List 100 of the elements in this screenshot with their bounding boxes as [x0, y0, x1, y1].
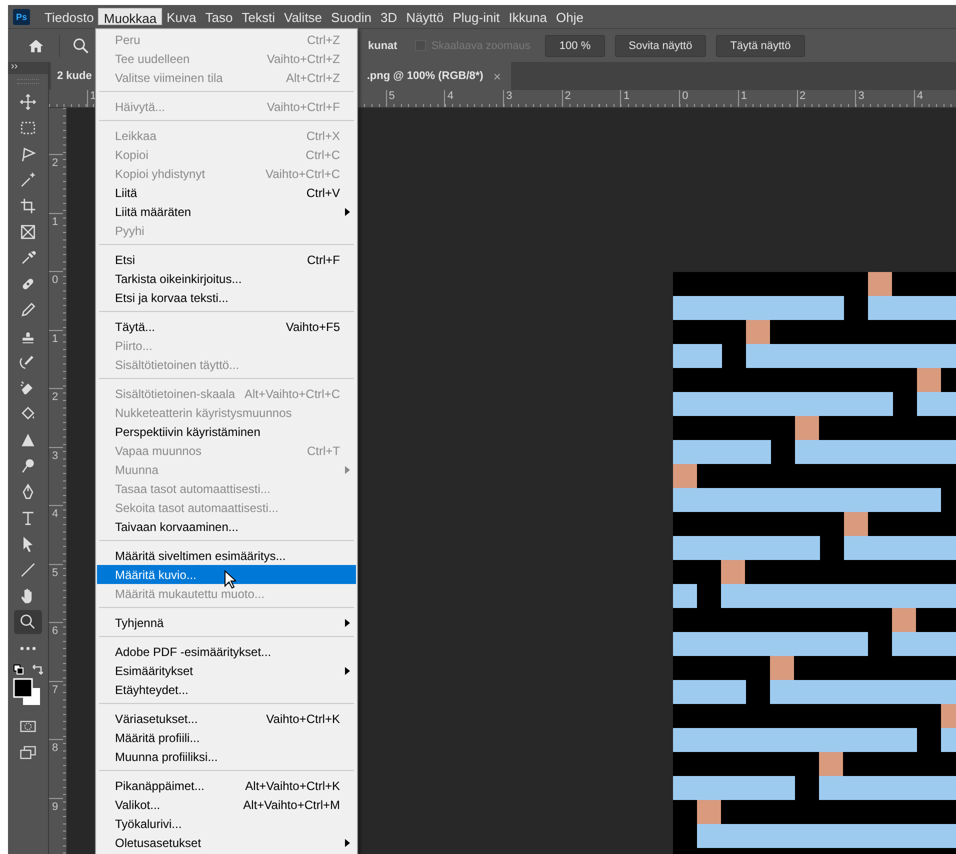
menu-item[interactable]: Väriasetukset... Vaihto+Ctrl+K — [97, 709, 356, 728]
tool-button[interactable] — [14, 610, 42, 634]
menu-bar-item[interactable]: Teksti — [237, 8, 280, 25]
search-icon[interactable] — [72, 36, 90, 54]
menu-item-label: Liitä — [115, 186, 138, 200]
shortcut-label: Alt+Vaihto+Ctrl+C — [244, 386, 340, 400]
menu-item-label: Pikanäppäimet... — [115, 778, 204, 792]
pencil-icon — [19, 301, 37, 319]
shortcut-label: Alt+Vaihto+Ctrl+K — [245, 778, 340, 792]
shortcut-label: Vaihto+Ctrl+K — [266, 712, 340, 726]
menu-item[interactable]: Määritä kuvio... — [97, 565, 356, 584]
ruler-label: 1 — [738, 90, 796, 107]
menu-item-label: Täytä... — [115, 320, 156, 334]
menu-item-label: Määritä kuvio... — [115, 568, 196, 582]
menu-item[interactable]: Muunna profiiliksi... — [97, 747, 356, 766]
menu-item-label: Perspektiivin käyristäminen — [115, 424, 260, 438]
menu-item[interactable]: Määritä siveltimen esimääritys... — [97, 546, 356, 565]
ruler-label: 3 — [855, 90, 914, 107]
shortcut-label: Ctrl+Z — [307, 32, 340, 46]
option-label: kunat — [368, 40, 398, 52]
tab-title: 2 kude — [57, 70, 92, 82]
menu-bar-item[interactable]: Muokkaa — [98, 8, 162, 25]
menu-item-label: Sisältötietoinen-skaala — [115, 386, 236, 400]
menu-item-label: Määritä mukautettu muoto... — [115, 586, 264, 600]
ruler-label: 6 — [49, 622, 63, 680]
menu-item-label: Adobe PDF -esimääritykset... — [115, 644, 272, 658]
frame-icon — [19, 223, 37, 241]
ruler-label: 5 — [49, 564, 63, 622]
ruler-label: 1 — [49, 212, 63, 271]
color-swatches-icon[interactable] — [13, 678, 43, 708]
swap-colors-icon[interactable] — [31, 664, 43, 676]
menu-bar-item[interactable]: 3D — [376, 8, 402, 25]
shortcut-label: Vaihto+Ctrl+F — [266, 100, 340, 114]
menu-bar-item[interactable]: Tiedosto — [40, 8, 98, 25]
option-button[interactable]: Sovita näyttö — [614, 34, 706, 56]
menu-bar-item[interactable]: Valitse — [279, 8, 327, 25]
menu-bar-item[interactable]: Ohje — [552, 8, 588, 25]
menu-item[interactable]: Liitä määräten — [97, 202, 356, 221]
menu-item[interactable]: Työkalurivi... — [97, 814, 356, 833]
shortcut-label: Ctrl+T — [307, 444, 340, 458]
menu-item[interactable]: Määritä profiili... — [97, 728, 356, 747]
menu-item-label: Muunna profiiliksi... — [115, 750, 218, 764]
menu-item-label: Pyyhi — [115, 224, 144, 238]
app-logo: Ps — [13, 8, 30, 24]
menu-item[interactable]: Etsi ja korvaa teksti... — [97, 288, 356, 307]
menu-item[interactable]: Etäyhteydet... — [97, 680, 356, 699]
menu-item[interactable]: Valikot... Alt+Vaihto+Ctrl+M — [97, 795, 356, 814]
ruler-label: 9 — [49, 798, 63, 854]
shortcut-label: Ctrl+C — [306, 148, 340, 162]
menu-item[interactable]: Tarkista oikeinkirjoitus... — [97, 269, 356, 288]
ruler-label: 4 — [444, 90, 504, 107]
ruler-label: 3 — [503, 90, 562, 107]
menu-bar-item[interactable]: Plug-init — [448, 8, 504, 25]
menu-item[interactable]: Täytä... Vaihto+F5 — [97, 317, 356, 336]
menu-item[interactable]: Pikanäppäimet... Alt+Vaihto+Ctrl+K — [97, 776, 356, 795]
dodge-icon — [19, 457, 37, 475]
ruler-label: 4 — [914, 90, 956, 107]
menu-item[interactable]: Taivaan korvaaminen... — [97, 517, 356, 536]
menu-item-label: Sekoita tasot automaattisesti... — [115, 500, 278, 514]
shortcut-label: Alt+Ctrl+Z — [286, 70, 340, 84]
triangle-icon — [19, 431, 37, 449]
shortcut-label: Ctrl+F — [307, 252, 340, 266]
shortcut-label: Ctrl+X — [306, 128, 340, 142]
menu-item-label: Etsi ja korvaa teksti... — [115, 290, 228, 304]
ruler-label: 4 — [49, 505, 63, 564]
menu-bar-item[interactable]: Ikkuna — [504, 8, 552, 25]
option-button[interactable]: 100 % — [545, 34, 605, 56]
collapse-button[interactable]: ›› — [8, 62, 48, 74]
menu-item[interactable]: Adobe PDF -esimääritykset... — [97, 642, 356, 661]
ruler-label: 2 — [49, 154, 63, 212]
ruler-label: 2 — [796, 90, 856, 107]
menu-item-label: Etsi — [115, 252, 136, 266]
menu-item[interactable]: Perspektiivin käyristäminen — [97, 422, 356, 441]
menu-item[interactable]: Esimääritykset — [97, 661, 356, 680]
ruler-label: 1 — [620, 90, 680, 107]
menu-bar-item[interactable]: Näyttö — [402, 8, 448, 25]
menu-bar-item[interactable]: Suodin — [326, 8, 376, 25]
menu-item-label: Liitä määräten — [115, 204, 192, 218]
menu-bar-item[interactable]: Taso — [200, 8, 238, 25]
ruler-label: 0 — [679, 90, 738, 107]
tab-title: .png @ 100% (RGB/8*) — [366, 70, 484, 82]
close-button[interactable]: × — [493, 68, 501, 84]
menu-item-label: Väriasetukset... — [115, 712, 198, 726]
menu-item-label: Valikot... — [115, 798, 160, 812]
shortcut-label: Vaihto+Ctrl+C — [266, 166, 340, 180]
cursor-icon — [224, 570, 236, 589]
default-colors-icon[interactable] — [13, 664, 25, 676]
menu-item-label: Vapaa muunnos — [115, 444, 202, 458]
screen-mode-icon[interactable] — [19, 744, 37, 762]
menu-item[interactable]: Etsi Ctrl+F — [97, 250, 356, 269]
menu-item-label: Tyhjennä — [115, 616, 164, 630]
ruler-label: 2 — [49, 388, 63, 446]
menu-item[interactable]: Tyhjennä — [97, 613, 356, 632]
menu-item-label: Peru — [115, 32, 140, 46]
menu-item-label: Tarkista oikeinkirjoitus... — [115, 272, 242, 286]
option-button[interactable]: Täytä näyttö — [716, 34, 805, 56]
menu-item-label: Piirto... — [115, 338, 152, 352]
menu-bar-item[interactable]: Kuva — [162, 8, 201, 25]
menu-item[interactable]: Liitä Ctrl+V — [97, 183, 356, 202]
menu-item[interactable]: Oletusasetukset — [97, 833, 356, 852]
